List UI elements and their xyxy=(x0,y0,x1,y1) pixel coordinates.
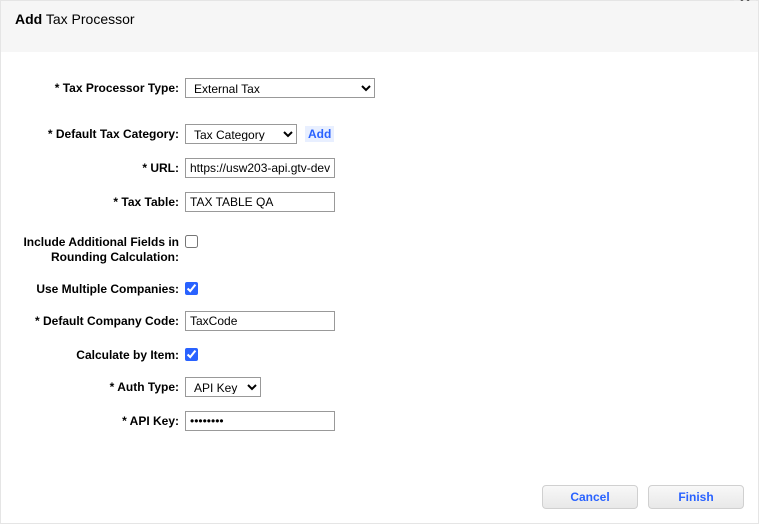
api-key-input[interactable] xyxy=(185,411,335,431)
url-input[interactable] xyxy=(185,158,335,178)
dialog-title: Add Tax Processor xyxy=(15,11,744,27)
api-key-label: * API Key: xyxy=(15,411,185,429)
tax-table-input[interactable] xyxy=(185,192,335,212)
dialog-header: Add Tax Processor xyxy=(1,1,758,52)
calculate-by-item-checkbox[interactable] xyxy=(185,348,198,361)
auth-type-label: * Auth Type: xyxy=(15,377,185,395)
url-label: * URL: xyxy=(15,158,185,176)
default-tax-category-select[interactable]: Tax Category xyxy=(185,124,297,144)
tax-processor-type-select[interactable]: External Tax xyxy=(185,78,375,98)
default-company-code-label: * Default Company Code: xyxy=(15,311,185,329)
finish-button[interactable]: Finish xyxy=(648,485,744,509)
add-tax-processor-dialog: ✕ Add Tax Processor * Tax Processor Type… xyxy=(0,0,759,524)
tax-table-label: * Tax Table: xyxy=(15,192,185,210)
default-tax-category-label: * Default Tax Category: xyxy=(15,124,185,142)
calculate-by-item-label: Calculate by Item: xyxy=(15,345,185,363)
add-tax-category-link[interactable]: Add xyxy=(305,126,334,142)
dialog-body: * Tax Processor Type: External Tax * Def… xyxy=(1,52,758,473)
tax-processor-type-label: * Tax Processor Type: xyxy=(15,78,185,96)
use-multiple-label: Use Multiple Companies: xyxy=(15,279,185,297)
auth-type-select[interactable]: API Key xyxy=(185,377,261,397)
cancel-button[interactable]: Cancel xyxy=(542,485,638,509)
include-additional-label: Include Additional Fields in Rounding Ca… xyxy=(15,232,185,265)
title-bold: Add xyxy=(15,11,42,27)
dialog-footer: Cancel Finish xyxy=(1,473,758,523)
default-company-code-input[interactable] xyxy=(185,311,335,331)
title-rest: Tax Processor xyxy=(42,11,134,27)
include-additional-checkbox[interactable] xyxy=(185,235,198,248)
use-multiple-checkbox[interactable] xyxy=(185,282,198,295)
